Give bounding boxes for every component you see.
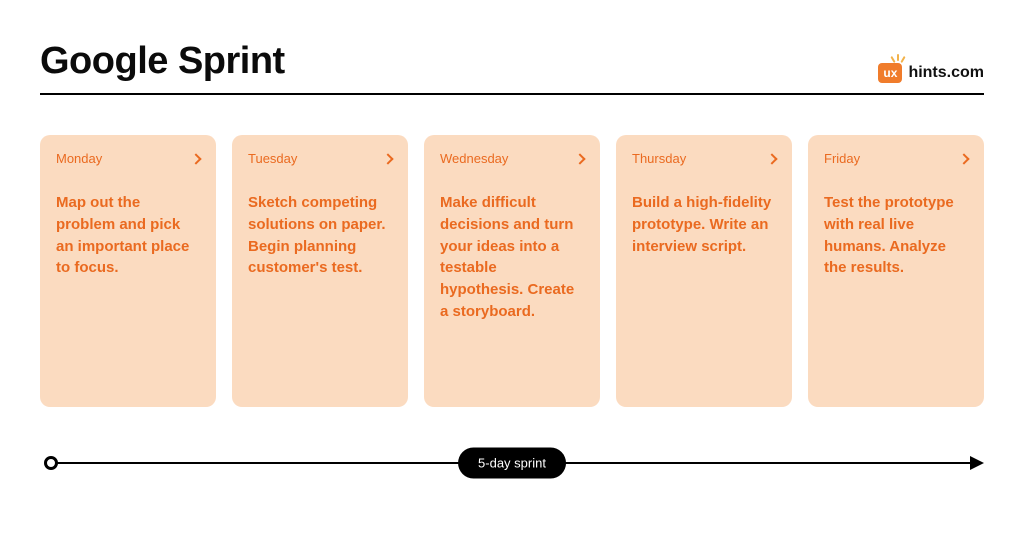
chevron-right-icon (766, 153, 777, 164)
header-divider (40, 93, 984, 95)
brand-badge: ux (878, 63, 902, 83)
day-card-thursday: Thursday Build a high-fidelity prototype… (616, 135, 792, 407)
day-card-wednesday: Wednesday Make difficult decisions and t… (424, 135, 600, 407)
day-label: Friday (824, 151, 860, 166)
timeline: 5-day sprint (40, 447, 984, 479)
chevron-right-icon (574, 153, 585, 164)
brand-text: hints.com (908, 64, 984, 82)
arrow-right-icon (970, 456, 984, 470)
chevron-right-icon (190, 153, 201, 164)
chevron-right-icon (958, 153, 969, 164)
day-card-monday: Monday Map out the problem and pick an i… (40, 135, 216, 407)
day-label: Wednesday (440, 151, 508, 166)
page-title: Google Sprint (40, 40, 285, 83)
brand-logo: ux hints.com (878, 63, 984, 83)
day-label: Tuesday (248, 151, 297, 166)
chevron-right-icon (382, 153, 393, 164)
timeline-label: 5-day sprint (458, 448, 566, 479)
day-label: Monday (56, 151, 102, 166)
spark-icon (892, 54, 906, 64)
day-label: Thursday (632, 151, 686, 166)
day-description: Sketch competing solutions on paper. Beg… (248, 192, 392, 279)
day-description: Build a high-fidelity prototype. Write a… (632, 192, 776, 257)
timeline-start-icon (44, 456, 58, 470)
day-description: Map out the problem and pick an importan… (56, 192, 200, 279)
day-description: Test the prototype with real live humans… (824, 192, 968, 279)
day-card-friday: Friday Test the prototype with real live… (808, 135, 984, 407)
day-card-tuesday: Tuesday Sketch competing solutions on pa… (232, 135, 408, 407)
day-description: Make difficult decisions and turn your i… (440, 192, 584, 323)
sprint-cards-row: Monday Map out the problem and pick an i… (40, 135, 984, 407)
